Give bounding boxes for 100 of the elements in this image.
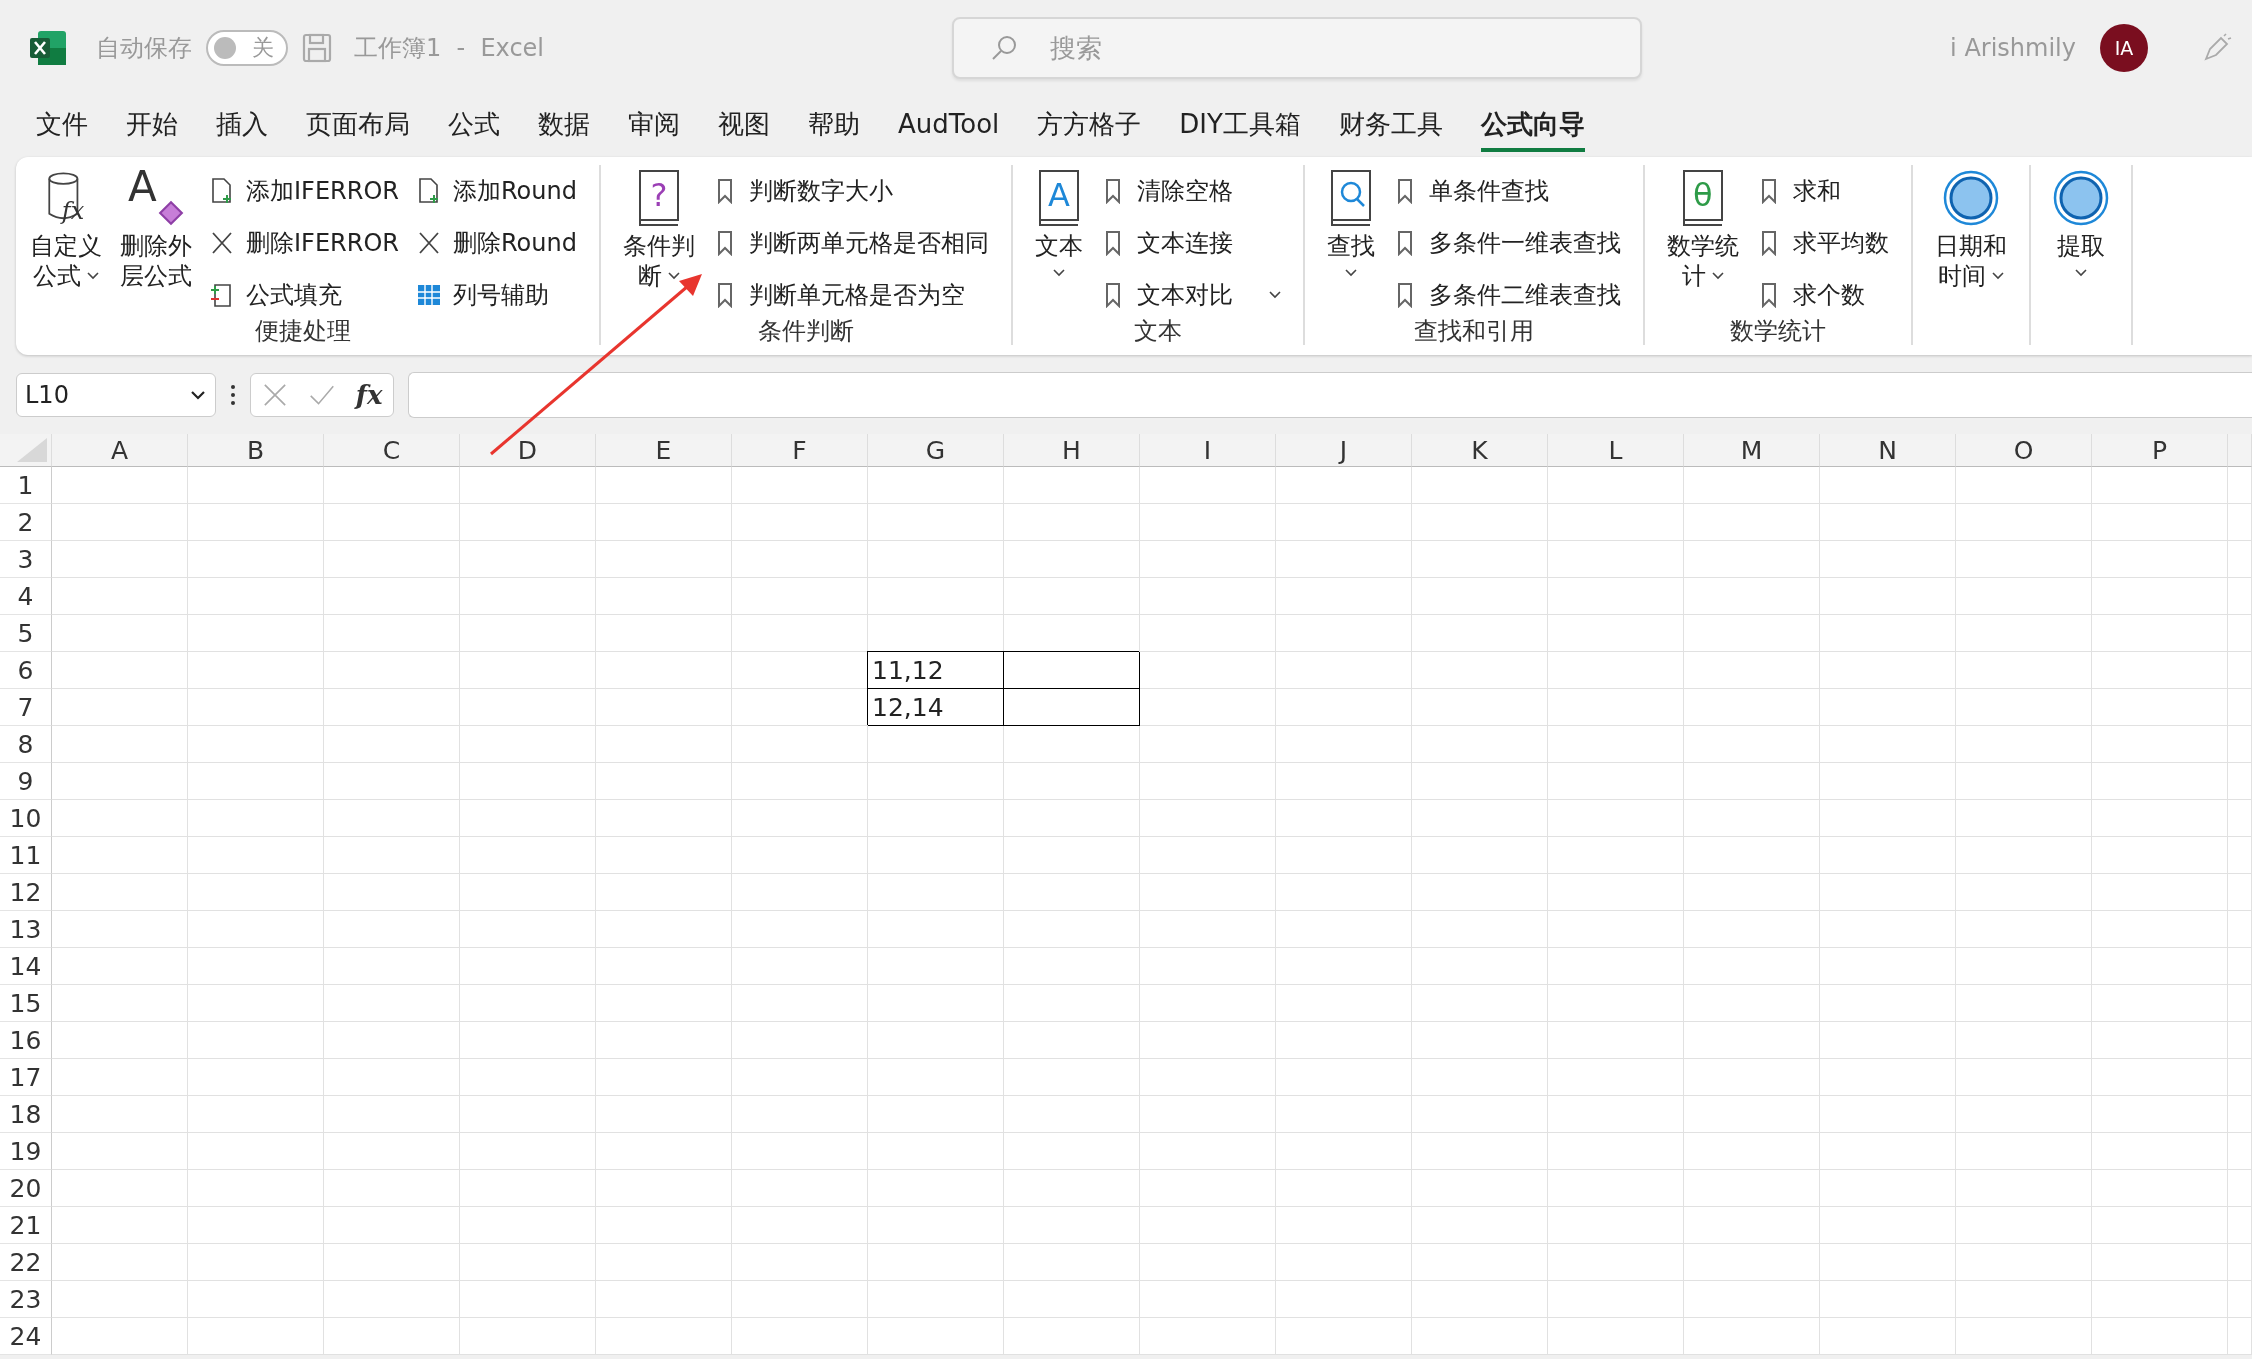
ribbon-large-button[interactable]: 日期和 时间 <box>1934 165 2007 345</box>
ribbon-tab[interactable]: 文件 <box>36 100 88 152</box>
row-header[interactable]: 2 <box>0 504 52 541</box>
check-icon[interactable] <box>308 383 335 407</box>
select-all-corner[interactable] <box>0 434 52 467</box>
row-header[interactable]: 7 <box>0 689 52 726</box>
pen-icon[interactable] <box>2202 32 2232 63</box>
row-header[interactable]: 1 <box>0 467 52 504</box>
row-header[interactable]: 9 <box>0 763 52 800</box>
row-header[interactable]: 11 <box>0 837 52 874</box>
ribbon-small-button[interactable]: 删除Round <box>416 223 577 263</box>
ribbon-large-button[interactable]: 提取 <box>2052 165 2109 345</box>
ribbon-large-button[interactable]: ? 条件判 断 <box>622 165 695 315</box>
column-header[interactable]: J <box>1276 434 1412 467</box>
table-cell: 12,14 <box>868 689 1004 726</box>
column-header[interactable]: N <box>1820 434 1956 467</box>
formula-input[interactable] <box>408 372 2252 418</box>
column-header[interactable]: O <box>1956 434 2092 467</box>
insert-function-button[interactable]: fx <box>355 380 383 410</box>
ribbon-small-button[interactable]: 判断单元格是否为空 <box>712 275 989 315</box>
user-name: i Arishmily <box>1950 33 2076 62</box>
column-header[interactable]: H <box>1004 434 1140 467</box>
ribbon-small-button[interactable]: 列号辅助 <box>416 275 577 315</box>
ribbon-small-button[interactable]: 文本对比 <box>1100 275 1281 315</box>
row-header[interactable]: 22 <box>0 1244 52 1281</box>
ribbon-small-button[interactable]: 清除空格 <box>1100 171 1281 211</box>
row-header[interactable]: 12 <box>0 874 52 911</box>
group-label: 文本 <box>1132 316 1183 347</box>
row-header[interactable]: 15 <box>0 985 52 1022</box>
row-header[interactable]: 24 <box>0 1318 52 1355</box>
row-header[interactable]: 18 <box>0 1096 52 1133</box>
row-header[interactable]: 19 <box>0 1133 52 1170</box>
ribbon-small-button[interactable]: 添加IFERROR <box>210 171 399 211</box>
chevron-icon <box>667 272 680 280</box>
ribbon-small-button[interactable]: 多条件一维表查找 <box>1392 223 1621 263</box>
document-add-icon <box>210 178 234 204</box>
ribbon-large-button[interactable]: θ 数学统 计 <box>1666 165 1739 315</box>
ribbon-tab[interactable]: 开始 <box>126 100 178 152</box>
more-icon[interactable] <box>230 384 236 406</box>
row-header[interactable]: 10 <box>0 800 52 837</box>
row-header[interactable]: 23 <box>0 1281 52 1318</box>
column-header[interactable]: I <box>1140 434 1276 467</box>
column-header[interactable]: C <box>324 434 460 467</box>
ribbon-large-button[interactable]: A 删除外 层公式 <box>120 165 192 315</box>
search-icon <box>990 33 1018 62</box>
column-header[interactable]: B <box>188 434 324 467</box>
ribbon-tab[interactable]: 视图 <box>718 100 770 152</box>
column-header[interactable]: D <box>460 434 596 467</box>
chevron-icon <box>1344 269 1357 277</box>
ribbon-tab[interactable]: 插入 <box>216 100 268 152</box>
ribbon-tab[interactable]: 页面布局 <box>306 100 410 152</box>
ribbon-small-button[interactable]: 求平均数 <box>1756 223 1889 263</box>
row-header[interactable]: 17 <box>0 1059 52 1096</box>
row-header[interactable]: 20 <box>0 1170 52 1207</box>
ribbon-small-button[interactable]: 判断两单元格是否相同 <box>712 223 989 263</box>
column-header[interactable]: M <box>1684 434 1820 467</box>
row-header[interactable]: 21 <box>0 1207 52 1244</box>
ribbon-small-button[interactable]: 添加Round <box>416 171 577 211</box>
column-header[interactable]: L <box>1548 434 1684 467</box>
user-avatar[interactable]: IA <box>2100 23 2148 72</box>
column-header[interactable] <box>2228 434 2252 467</box>
name-box[interactable]: L10 <box>16 373 216 417</box>
row-header[interactable]: 8 <box>0 726 52 763</box>
ribbon-tab[interactable]: 审阅 <box>628 100 680 152</box>
ribbon-small-button[interactable]: 文本连接 <box>1100 223 1281 263</box>
search-field[interactable]: 搜索 <box>952 16 1642 79</box>
ribbon-tab[interactable]: 财务工具 <box>1338 100 1443 152</box>
ribbon-small-button[interactable]: 求和 <box>1756 171 1889 211</box>
ribbon-small-button[interactable]: 多条件二维表查找 <box>1392 275 1621 315</box>
column-header[interactable]: K <box>1412 434 1548 467</box>
group-label: 便捷处理 <box>254 316 353 347</box>
ribbon-small-button[interactable]: 公式填充 <box>210 275 399 315</box>
column-header[interactable]: P <box>2092 434 2228 467</box>
table-cell: 11,12 <box>868 652 1004 689</box>
ribbon-tab[interactable]: 方方格子 <box>1037 100 1142 152</box>
ribbon-small-button[interactable]: 求个数 <box>1756 275 1889 315</box>
ribbon-tab[interactable]: AudTool <box>898 103 1000 149</box>
ribbon-small-button[interactable]: 判断数字大小 <box>712 171 989 211</box>
row-header[interactable]: 3 <box>0 541 52 578</box>
row-header[interactable]: 16 <box>0 1022 52 1059</box>
column-header[interactable]: E <box>596 434 732 467</box>
row-header[interactable]: 13 <box>0 911 52 948</box>
ribbon-large-button[interactable]: A 文本 <box>1034 165 1083 315</box>
row-header[interactable]: 5 <box>0 615 52 652</box>
ribbon-tab[interactable]: 公式向导 <box>1480 100 1585 152</box>
ribbon-tab[interactable]: DIY工具箱 <box>1179 100 1301 152</box>
ribbon-tab[interactable]: 数据 <box>538 100 590 152</box>
column-header[interactable]: A <box>52 434 188 467</box>
ribbon-tab[interactable]: 公式 <box>448 100 500 152</box>
column-header[interactable]: G <box>868 434 1004 467</box>
row-header[interactable]: 4 <box>0 578 52 615</box>
save-icon[interactable] <box>302 32 332 63</box>
ribbon-small-button[interactable]: 删除IFERROR <box>210 223 399 263</box>
cancel-icon[interactable] <box>261 383 288 407</box>
row-header[interactable]: 6 <box>0 652 52 689</box>
column-header[interactable]: F <box>732 434 868 467</box>
ribbon-large-button[interactable]: 查找 <box>1326 165 1375 315</box>
ribbon-tab[interactable]: 帮助 <box>808 100 860 152</box>
row-header[interactable]: 14 <box>0 948 52 985</box>
ribbon-small-button[interactable]: 单条件查找 <box>1392 171 1621 211</box>
